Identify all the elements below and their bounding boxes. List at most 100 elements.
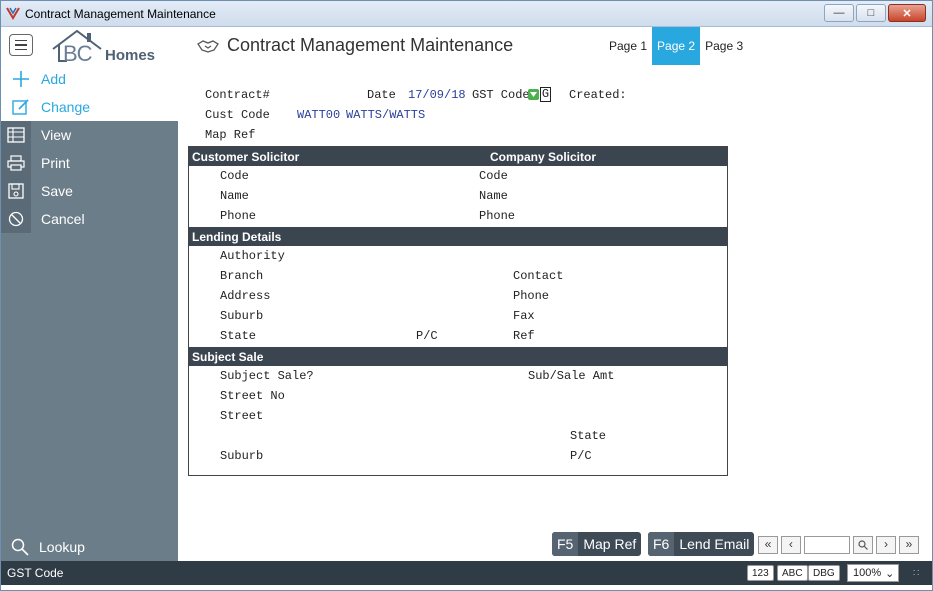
cust-name-value: WATTS/WATTS (346, 108, 426, 122)
debug-mode-chip[interactable]: DBG (808, 565, 840, 581)
dropdown-icon[interactable] (528, 89, 539, 100)
sidebar-item-print[interactable]: Print (1, 149, 178, 177)
map-ref-label: Map Ref (205, 128, 256, 142)
sidebar-item-label: Add (41, 71, 66, 87)
ref-label: Ref (513, 329, 535, 343)
lending-section-header: Lending Details (189, 227, 727, 246)
street-no-label: Street No (220, 389, 285, 403)
printer-icon (1, 149, 31, 177)
double-chevron-left-icon: « (764, 538, 772, 552)
cust-solicitor-code-label: Code (220, 169, 249, 183)
record-search-input[interactable] (804, 536, 850, 554)
app-logo-icon (6, 7, 20, 20)
last-record-button[interactable]: » (899, 536, 919, 554)
resize-grip-icon[interactable]: ∷ (913, 568, 919, 579)
search-record-button[interactable] (853, 536, 873, 554)
sub-sale-amt-label: Sub/Sale Amt (528, 369, 615, 383)
subject-postcode-label: P/C (570, 449, 592, 463)
lending-phone-label: Phone (513, 289, 550, 303)
lookup-button[interactable]: Lookup (1, 533, 178, 561)
fkey-label: F6 (648, 532, 675, 556)
sidebar-item-label: Change (41, 99, 91, 115)
chevron-down-icon: ⌄ (885, 567, 895, 580)
cust-code-value[interactable]: WATT00 (297, 108, 340, 122)
lending-details-heading: Lending Details (192, 229, 282, 244)
double-chevron-right-icon: » (905, 538, 913, 552)
contract-label: Contract# (205, 88, 270, 102)
lookup-label: Lookup (39, 539, 85, 555)
f5-map-ref-button[interactable]: F5 Map Ref (552, 532, 642, 556)
numeric-mode-chip[interactable]: 123 (747, 565, 774, 581)
page-heading: Contract Management Maintenance (197, 35, 513, 56)
search-icon (11, 538, 29, 556)
plus-icon (11, 70, 31, 88)
sidebar-item-add[interactable]: Add (1, 65, 178, 93)
fkey-label: F5 (552, 532, 579, 556)
subject-sale-label: Subject Sale? (220, 369, 314, 383)
edit-icon (11, 98, 31, 116)
street-label: Street (220, 409, 264, 423)
zoom-select[interactable]: 100% ⌄ (847, 564, 899, 582)
record-navigation: « ‹ › » (758, 536, 919, 554)
minimize-button[interactable]: — (824, 4, 854, 22)
sidebar-item-label: Save (41, 183, 73, 199)
gst-code-input[interactable]: G (540, 87, 551, 102)
search-icon (858, 540, 868, 550)
cust-solicitor-name-label: Name (220, 189, 249, 203)
maximize-button[interactable]: □ (856, 4, 886, 22)
tab-page-1[interactable]: Page 1 (604, 27, 652, 65)
close-icon: ✕ (902, 7, 912, 20)
table-icon (1, 121, 31, 149)
close-button[interactable]: ✕ (888, 4, 926, 22)
comp-solicitor-phone-label: Phone (479, 209, 516, 223)
sidebar-item-label: View (41, 127, 72, 143)
status-text: GST Code (7, 566, 64, 580)
maximize-icon: □ (867, 7, 875, 19)
cust-code-label: Cust Code (205, 108, 270, 122)
created-label: Created: (569, 88, 627, 102)
date-label: Date (367, 88, 396, 102)
state-label: State (220, 329, 257, 343)
alpha-mode-chip[interactable]: ABC (777, 565, 808, 581)
tab-page-3[interactable]: Page 3 (700, 27, 748, 65)
subject-sale-heading: Subject Sale (192, 349, 264, 364)
first-record-button[interactable]: « (758, 536, 778, 554)
company-solicitor-heading: Company Solicitor (490, 149, 597, 164)
previous-record-button[interactable]: ‹ (781, 536, 801, 554)
menu-icon (15, 39, 27, 42)
app-window: Contract Management Maintenance — □ ✕ BC… (0, 0, 933, 591)
page-tabs: Page 1 Page 2 Page 3 (604, 27, 748, 65)
form-content: Contract# Date 17/09/18 GST Code G Creat… (178, 65, 932, 561)
fax-label: Fax (513, 309, 535, 323)
subject-suburb-label: Suburb (220, 449, 264, 463)
comp-solicitor-code-label: Code (479, 169, 508, 183)
window-title: Contract Management Maintenance (25, 7, 216, 21)
tab-page-2[interactable]: Page 2 (652, 27, 701, 65)
zoom-value: 100% (853, 567, 882, 579)
gst-code-label: GST Code (472, 88, 530, 102)
date-value[interactable]: 17/09/18 (408, 88, 466, 102)
fkey-text: Lend Email (679, 536, 750, 552)
app-header: BC Homes Contract Management Maintenance… (1, 27, 932, 66)
sidebar-item-change[interactable]: Change (1, 93, 178, 121)
sidebar-item-save[interactable]: Save (1, 177, 178, 205)
suburb-label: Suburb (220, 309, 264, 323)
next-record-button[interactable]: › (876, 536, 896, 554)
save-icon (1, 177, 31, 205)
title-bar: Contract Management Maintenance — □ ✕ (1, 1, 932, 27)
cancel-icon (1, 205, 31, 233)
sidebar-item-label: Print (41, 155, 70, 171)
page-title: Contract Management Maintenance (227, 35, 514, 55)
subject-sale-section-header: Subject Sale (189, 347, 727, 366)
menu-button[interactable] (9, 34, 33, 56)
status-bar: GST Code 123 ABC DBG 100% ⌄ ∷ (1, 561, 932, 585)
postcode-label: P/C (416, 329, 438, 343)
branch-label: Branch (220, 269, 264, 283)
details-panel: Customer Solicitor Company Solicitor Cod… (188, 146, 728, 476)
solicitor-section-header: Customer Solicitor Company Solicitor (189, 147, 727, 166)
logo-bc-text: BC (63, 41, 93, 66)
sidebar-item-view[interactable]: View (1, 121, 178, 149)
comp-solicitor-name-label: Name (479, 189, 508, 203)
sidebar-item-cancel[interactable]: Cancel (1, 205, 178, 233)
f6-lend-email-button[interactable]: F6 Lend Email (648, 532, 755, 556)
